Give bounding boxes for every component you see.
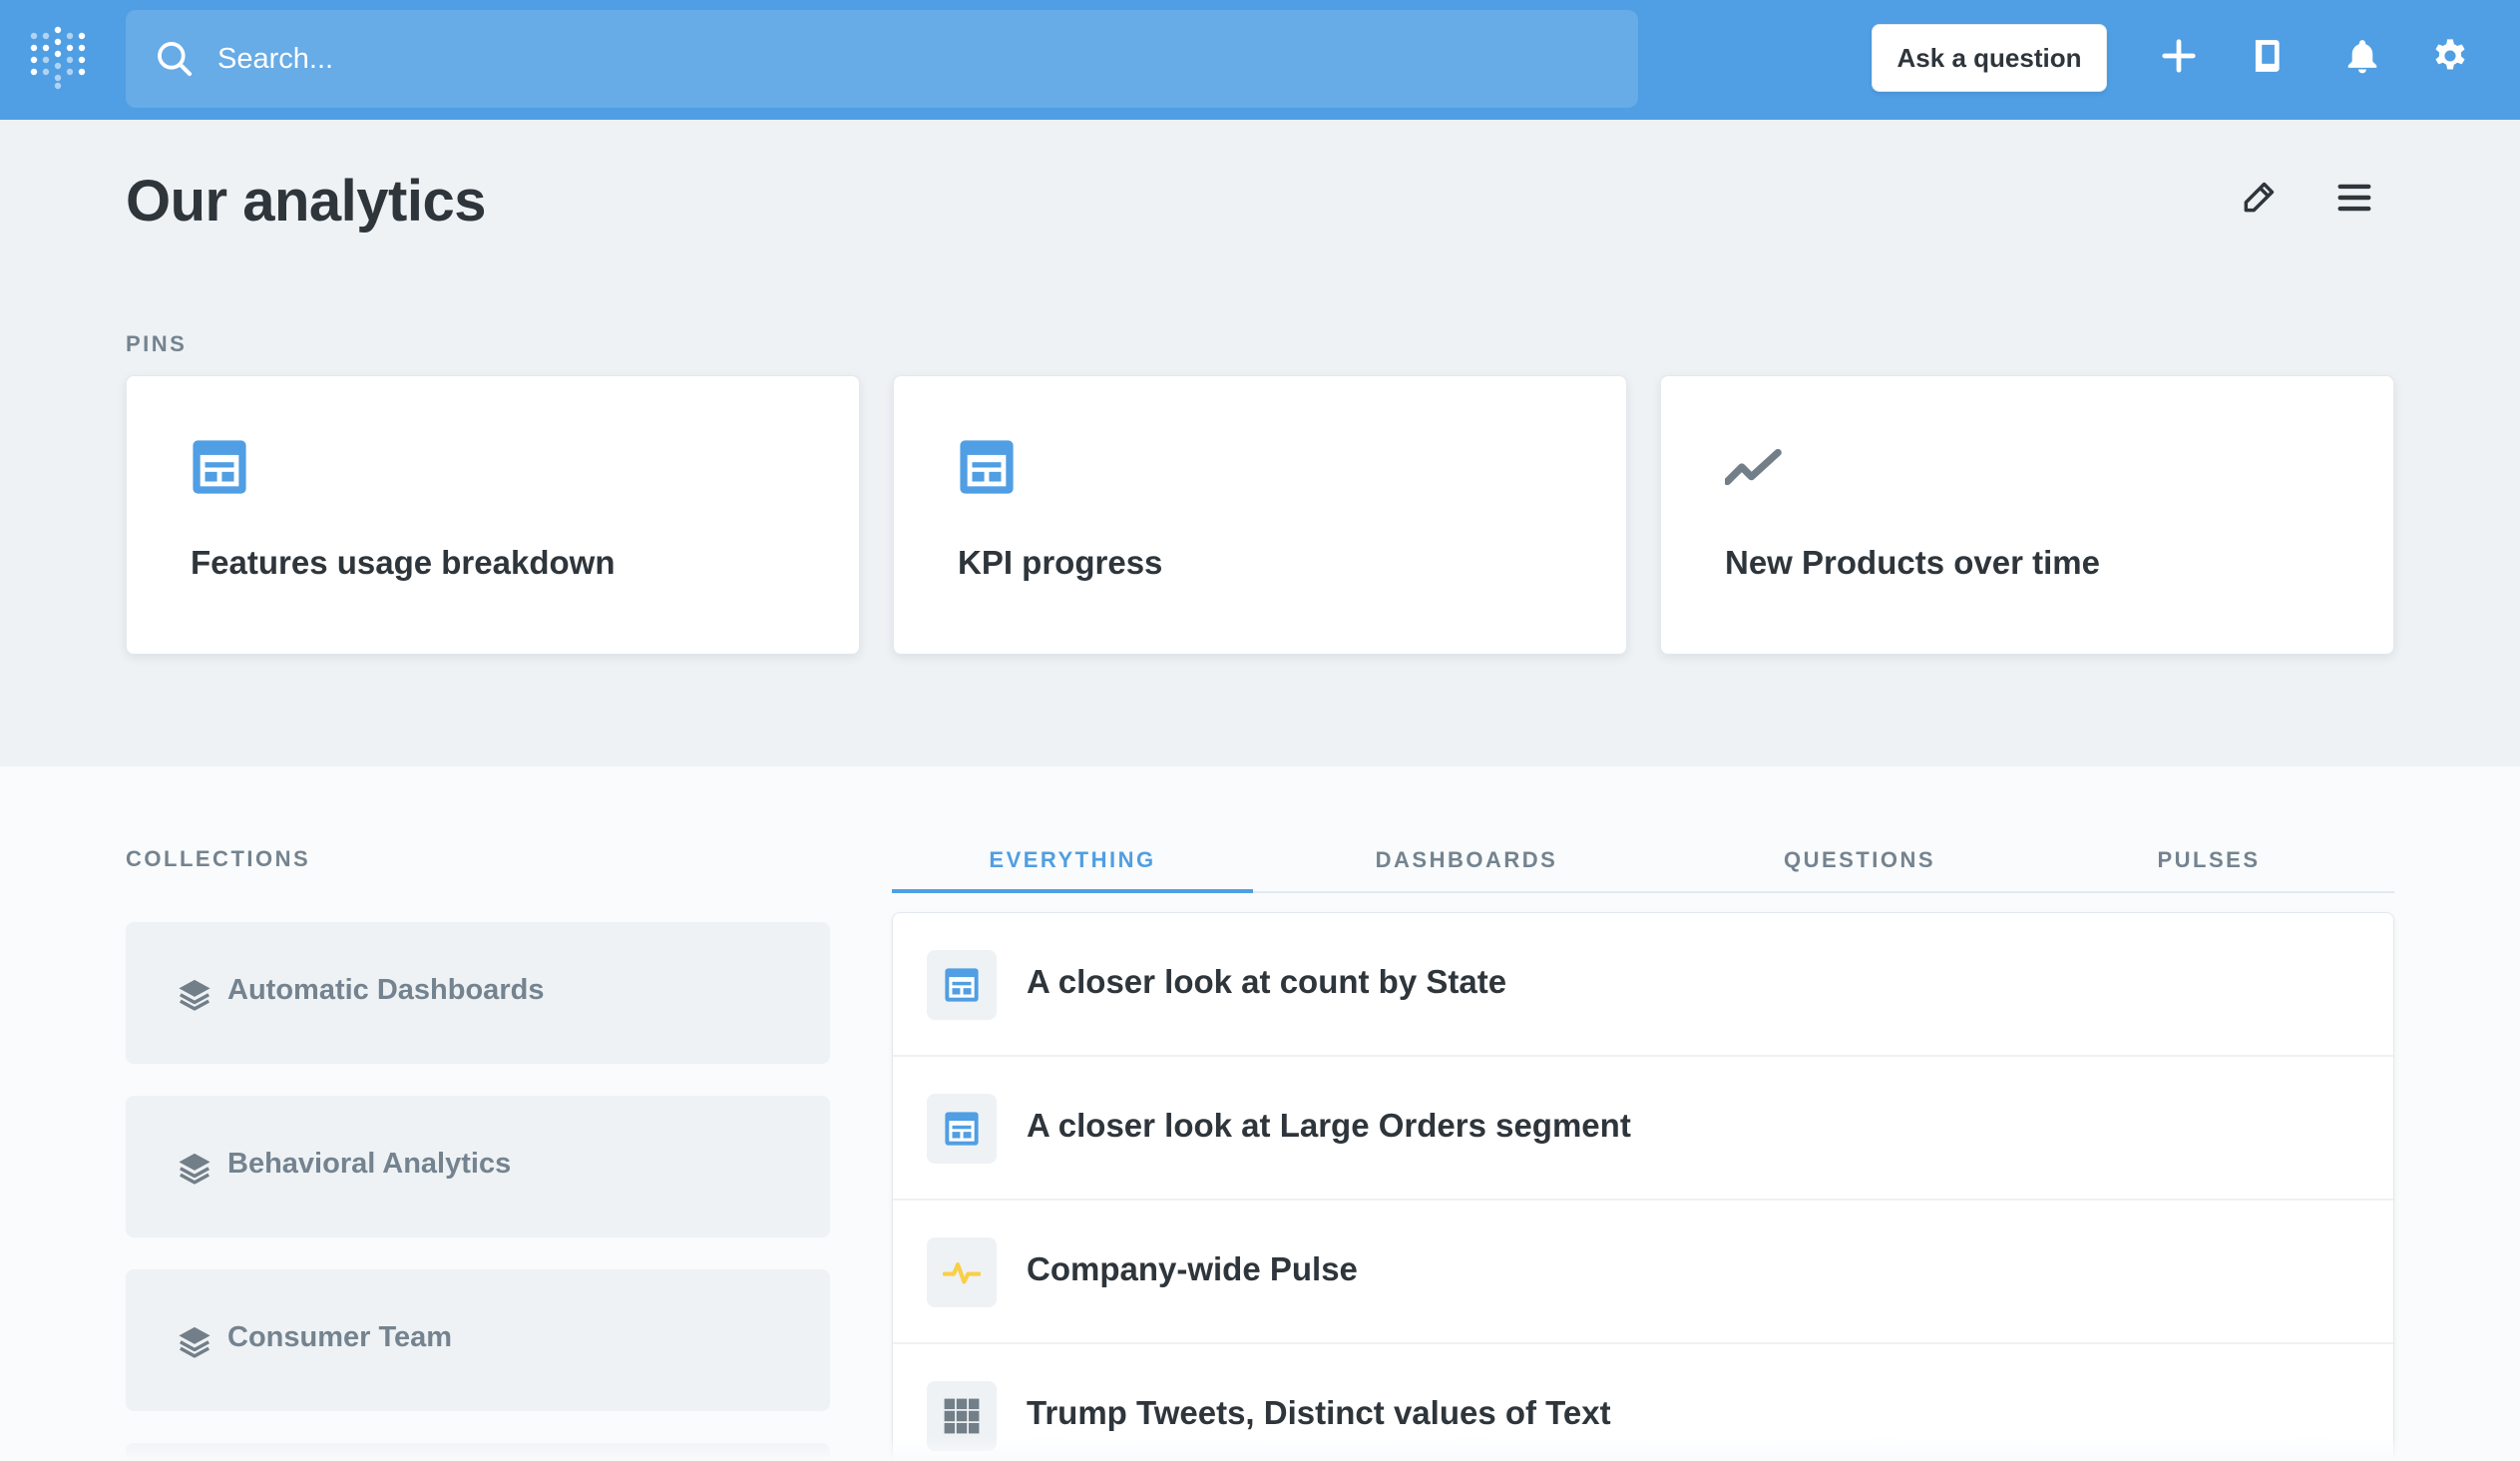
collections-section-label: COLLECTIONS [126, 846, 311, 871]
add-icon[interactable] [2157, 34, 2201, 78]
collection-stack-icon [178, 1324, 211, 1358]
dashboard-icon [927, 1094, 997, 1164]
item-title: A closer look at Large Orders segment [1027, 1107, 1631, 1144]
item-title: A closer look at count by State [1027, 963, 1507, 1000]
top-nav-bar: Ask a question [0, 0, 2520, 120]
pencil-icon[interactable] [2235, 174, 2283, 222]
collection-item-automatic-dashboards[interactable]: Automatic Dashboards [126, 922, 830, 1064]
item-title: Trump Tweets, Distinct values of Text [1027, 1394, 1611, 1431]
list-item[interactable]: A closer look at Large Orders segment [893, 1057, 2393, 1201]
tab-dashboards[interactable]: DASHBOARDS [1297, 833, 1636, 893]
collection-item-behavioral-analytics[interactable]: Behavioral Analytics [126, 1096, 830, 1237]
collection-header-area: Our analytics PINS Features usage breakd… [0, 120, 2520, 766]
tab-everything[interactable]: EVERYTHING [892, 833, 1253, 893]
item-title: Company-wide Pulse [1027, 1250, 1358, 1287]
collection-items-list: A closer look at count by State A closer… [892, 912, 2394, 1461]
collection-label: Automatic Dashboards [227, 974, 545, 1006]
dashboard-icon [191, 438, 248, 496]
page-title: Our analytics [126, 169, 486, 234]
pin-title: Features usage breakdown [191, 544, 616, 581]
search-input[interactable] [204, 10, 1600, 108]
collection-label: Behavioral Analytics [227, 1148, 512, 1180]
gear-icon[interactable] [2428, 34, 2472, 78]
search-bar[interactable] [126, 10, 1638, 108]
reference-icon[interactable] [2245, 34, 2289, 78]
list-item[interactable]: Company-wide Pulse [893, 1201, 2393, 1344]
line-chart-icon [1725, 438, 1783, 496]
pulse-icon [927, 1237, 997, 1307]
bell-icon[interactable] [2340, 34, 2384, 78]
pin-title: KPI progress [958, 544, 1163, 581]
pin-card-features-usage-breakdown[interactable]: Features usage breakdown [126, 375, 860, 655]
list-item[interactable]: A closer look at count by State [893, 913, 2393, 1057]
collection-stack-icon [178, 977, 211, 1011]
dashboard-icon [927, 950, 997, 1020]
search-icon [156, 40, 194, 78]
dashboard-icon [958, 438, 1016, 496]
pin-card-new-products-over-time[interactable]: New Products over time [1660, 375, 2394, 655]
content-type-tabs: EVERYTHING DASHBOARDS QUESTIONS PULSES [892, 833, 2394, 893]
scroll-fade [0, 1437, 2520, 1461]
ask-question-button[interactable]: Ask a question [1872, 24, 2107, 92]
pin-card-kpi-progress[interactable]: KPI progress [893, 375, 1627, 655]
metabase-logo-icon[interactable] [30, 26, 86, 90]
pin-title: New Products over time [1725, 544, 2100, 581]
collection-stack-icon [178, 1151, 211, 1185]
collection-label: Consumer Team [227, 1321, 453, 1353]
hamburger-menu-icon[interactable] [2330, 174, 2378, 222]
tab-questions[interactable]: QUESTIONS [1710, 833, 2009, 893]
pins-section-label: PINS [126, 331, 188, 356]
tab-pulses[interactable]: PULSES [2089, 833, 2328, 893]
collection-item-consumer-team[interactable]: Consumer Team [126, 1269, 830, 1411]
